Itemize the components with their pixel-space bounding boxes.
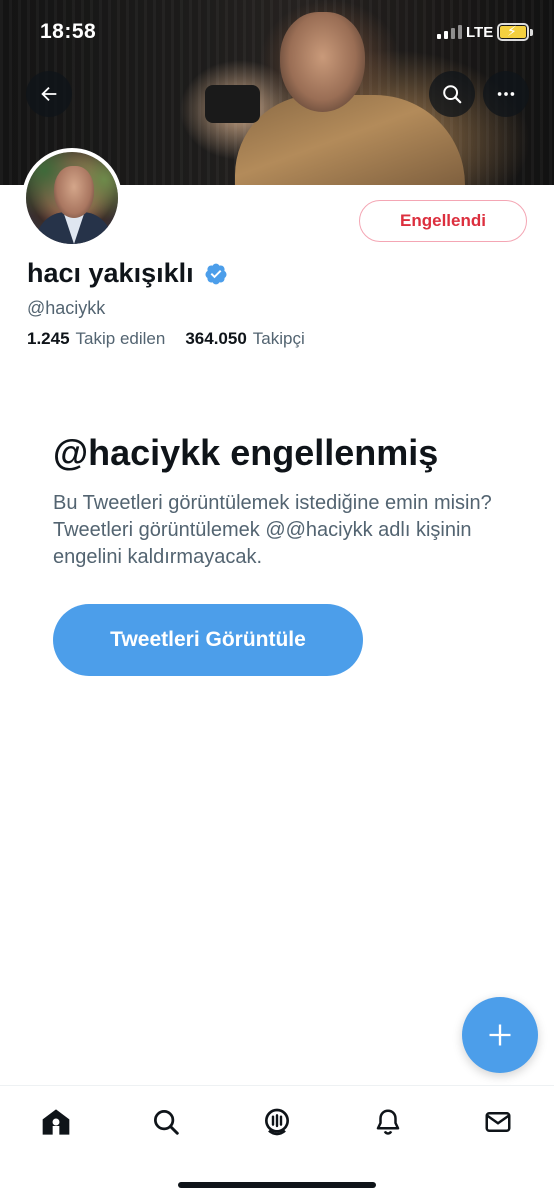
battery-icon: ⚡ <box>497 23 533 41</box>
network-type: LTE <box>466 24 494 41</box>
more-horizontal-icon <box>497 92 515 96</box>
profile-name: hacı yakışıklı <box>27 258 194 288</box>
tab-spaces[interactable] <box>255 1100 299 1144</box>
blocked-notice-title: @haciykk engellenmiş <box>53 432 439 473</box>
home-icon <box>42 1109 70 1135</box>
search-button[interactable] <box>429 71 475 117</box>
followers-count[interactable]: 364.050 <box>185 329 246 349</box>
compose-tweet-button[interactable] <box>462 997 538 1073</box>
cellular-signal-icon <box>437 25 462 39</box>
followers-label[interactable]: Takipçi <box>253 329 305 349</box>
status-time: 18:58 <box>40 20 97 43</box>
blocked-notice-description: Bu Tweetleri görüntülemek istediğine emi… <box>53 492 492 568</box>
profile-stats: 1.245 Takip edilen 364.050 Takipçi <box>27 329 305 349</box>
search-icon <box>443 85 462 104</box>
messages-mail-icon <box>485 1112 511 1132</box>
home-indicator <box>178 1182 376 1188</box>
banner-camera <box>205 85 260 123</box>
profile-avatar[interactable] <box>22 148 122 248</box>
arrow-left-icon <box>41 86 57 102</box>
search-icon <box>154 1110 179 1135</box>
tab-notifications[interactable] <box>366 1100 410 1144</box>
profile-handle: @haciykk <box>27 298 106 318</box>
tab-home[interactable] <box>34 1100 78 1144</box>
profile-name-row: hacı yakışıklı <box>27 258 228 289</box>
following-count[interactable]: 1.245 <box>27 329 70 349</box>
more-options-button[interactable] <box>483 71 529 117</box>
plus-icon <box>489 1024 511 1046</box>
bottom-tab-bar <box>0 1085 554 1160</box>
tab-messages[interactable] <box>476 1100 520 1144</box>
status-bar: 18:58 LTE ⚡ <box>0 0 554 64</box>
following-label[interactable]: Takip edilen <box>76 329 166 349</box>
tab-explore[interactable] <box>144 1100 188 1144</box>
verified-badge-icon <box>205 263 227 284</box>
blocked-button[interactable]: Engellendi <box>359 200 527 242</box>
notifications-bell-icon <box>376 1109 400 1135</box>
view-tweets-button[interactable]: Tweetleri Görüntüle <box>53 604 363 676</box>
back-button[interactable] <box>26 71 72 117</box>
spaces-icon <box>265 1108 289 1136</box>
